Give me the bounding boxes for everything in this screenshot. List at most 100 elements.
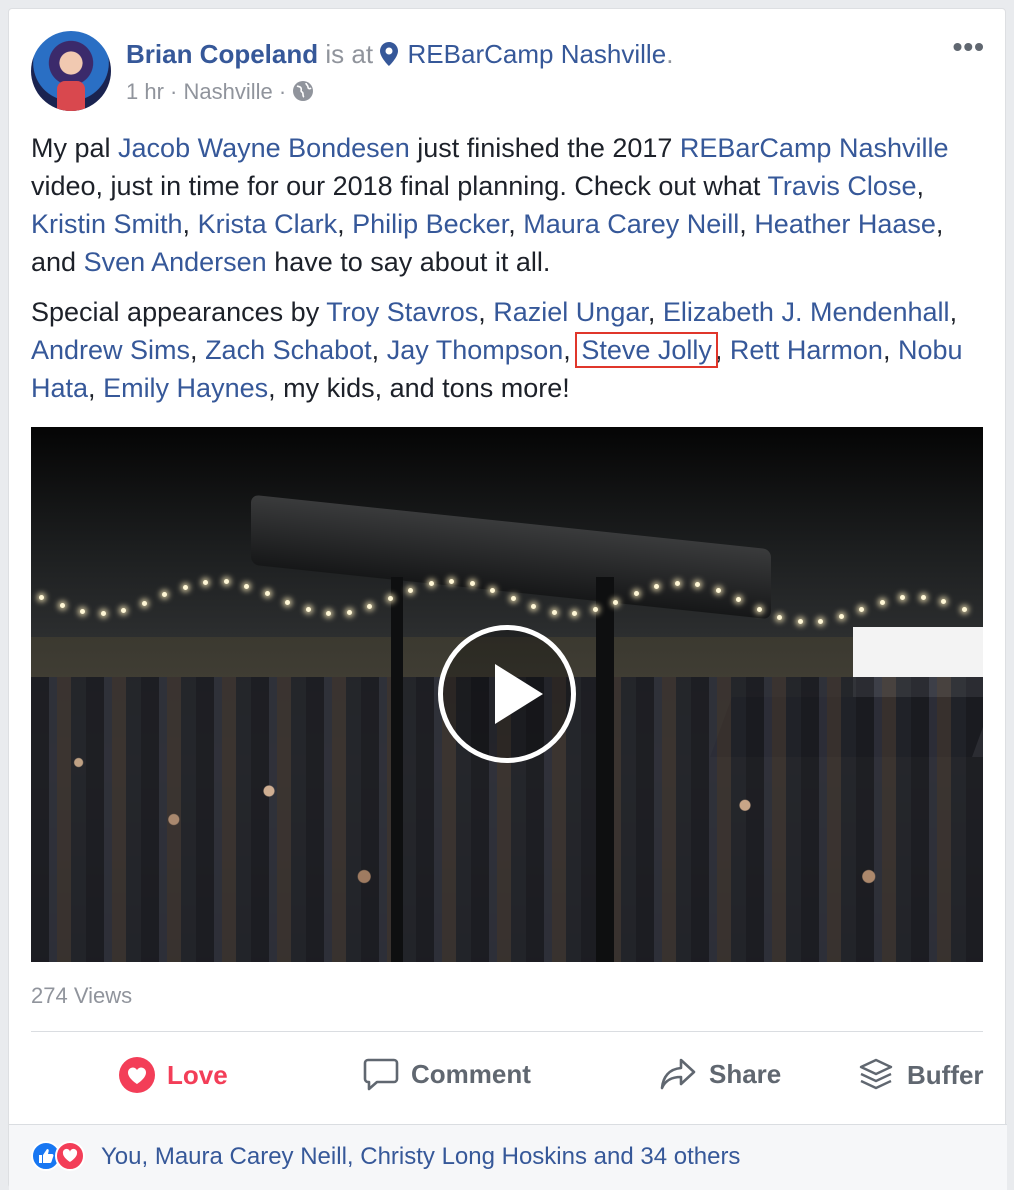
timestamp-link[interactable]: 1 hr: [126, 79, 164, 104]
light-bulb: [900, 595, 905, 601]
tagged-link[interactable]: Kristin Smith: [31, 209, 183, 239]
buffer-button[interactable]: Buffer: [857, 1057, 984, 1093]
tagged-link[interactable]: Troy Stavros: [326, 297, 478, 327]
light-bulb: [346, 609, 352, 615]
post-text-segment: ,: [337, 209, 353, 239]
light-bulb: [613, 599, 618, 605]
city-link[interactable]: Nashville: [184, 79, 273, 104]
comment-label: Comment: [411, 1058, 531, 1089]
post-text-segment: Special appearances by: [31, 297, 327, 327]
tagged-link[interactable]: Maura Carey Neill: [523, 209, 739, 239]
light-bulb: [695, 582, 700, 588]
post-text-segment: ,: [949, 297, 958, 327]
love-label: Love: [167, 1059, 228, 1090]
divider: [31, 1031, 983, 1032]
light-bulb: [203, 579, 208, 585]
light-bulb: [80, 609, 85, 615]
tagged-link[interactable]: Sven Andersen: [84, 247, 267, 277]
post-text-segment: ,: [478, 297, 494, 327]
is-at-text: is at: [325, 39, 374, 69]
play-icon[interactable]: [438, 625, 576, 763]
love-button[interactable]: Love: [119, 1057, 228, 1093]
light-bulb: [182, 584, 188, 590]
post-header: Brian Copeland is at REBarCamp Nashville…: [126, 39, 673, 70]
post-text-segment: just finished the 2017: [409, 133, 680, 163]
light-bulb: [592, 607, 598, 613]
light-bulb: [715, 588, 721, 594]
tagged-link[interactable]: Zach Schabot: [205, 335, 372, 365]
tagged-link[interactable]: Philip Becker: [352, 209, 508, 239]
light-bulb: [469, 581, 475, 587]
tagged-link[interactable]: Rett Harmon: [730, 335, 883, 365]
light-bulb: [305, 607, 311, 613]
share-button[interactable]: Share: [659, 1057, 781, 1091]
post-text-segment: ,: [739, 209, 755, 239]
tagged-link[interactable]: Emily Haynes: [103, 373, 268, 403]
light-bulb: [367, 604, 372, 610]
light-bulb: [797, 619, 803, 625]
tagged-link[interactable]: Raziel Ungar: [493, 297, 648, 327]
light-bulb: [162, 592, 167, 598]
avatar[interactable]: [31, 31, 111, 111]
light-bulb: [920, 594, 926, 600]
more-options-button[interactable]: •••: [953, 33, 985, 61]
tagged-link[interactable]: Elizabeth J. Mendenhall: [663, 297, 950, 327]
action-bar: Love Comment Share Buffer: [31, 1039, 984, 1109]
light-bulb: [264, 591, 270, 597]
reaction-icons: [31, 1141, 95, 1173]
author-name-link[interactable]: Brian Copeland: [126, 39, 318, 69]
light-bulb: [121, 607, 126, 613]
light-bulb: [838, 614, 844, 620]
meta-separator: ·: [278, 79, 287, 104]
light-bulb: [572, 610, 577, 616]
header-period: .: [666, 39, 674, 69]
pin-icon: [380, 42, 399, 66]
light-bulb: [859, 606, 864, 612]
reactions-summary[interactable]: You, Maura Carey Neill, Christy Long Hos…: [9, 1124, 1007, 1190]
post-text-segment: have to say about it all.: [266, 247, 551, 277]
tagged-link[interactable]: Krista Clark: [198, 209, 338, 239]
tagged-link[interactable]: Andrew Sims: [31, 335, 190, 365]
tagged-link[interactable]: Heather Haase: [754, 209, 936, 239]
post-paragraph: My pal Jacob Wayne Bondesen just finishe…: [31, 129, 991, 281]
globe-icon[interactable]: [292, 80, 314, 102]
tagged-link[interactable]: Jacob Wayne Bondesen: [118, 133, 410, 163]
light-bulb: [941, 598, 946, 604]
post-card: Brian Copeland is at REBarCamp Nashville…: [8, 8, 1007, 1190]
post-text-segment: video, just in time for our 2018 final p…: [31, 171, 768, 201]
light-bulb: [961, 607, 967, 613]
tagged-link[interactable]: REBarCamp Nashville: [680, 133, 949, 163]
light-bulb: [326, 610, 331, 616]
heart-icon: [119, 1057, 155, 1093]
post-text-segment: ,: [563, 335, 579, 365]
buffer-layers-icon: [859, 1058, 893, 1090]
light-bulb: [408, 587, 413, 593]
post-text-segment: ,: [647, 297, 663, 327]
post-text-segment: ,: [508, 209, 524, 239]
location-link[interactable]: REBarCamp Nashville: [408, 39, 667, 69]
tagged-link[interactable]: Travis Close: [767, 171, 916, 201]
post-text-segment: ,: [714, 335, 730, 365]
light-bulb: [551, 609, 557, 615]
post-text-segment: My pal: [31, 133, 119, 163]
light-bulb: [490, 587, 495, 593]
buffer-label: Buffer: [907, 1059, 984, 1090]
tagged-person-link-highlighted[interactable]: Steve Jolly: [575, 332, 718, 368]
light-bulb: [818, 618, 823, 624]
comment-button[interactable]: Comment: [363, 1057, 531, 1091]
post-text-segment: ,: [916, 171, 924, 201]
post-paragraph: Special appearances by Troy Stavros, Raz…: [31, 293, 991, 407]
light-bulb: [387, 596, 393, 602]
light-bulb: [59, 603, 65, 609]
share-icon: [660, 1058, 696, 1090]
light-bulb: [510, 596, 516, 602]
light-bulb: [428, 581, 434, 587]
reactors-text[interactable]: You, Maura Carey Neill, Christy Long Hos…: [101, 1143, 740, 1171]
light-bulb: [244, 583, 249, 589]
post-text-segment: ,: [190, 335, 206, 365]
video-player[interactable]: [31, 427, 983, 962]
light-bulb: [756, 607, 762, 613]
tagged-link[interactable]: Jay Thompson: [387, 335, 564, 365]
light-bulb: [674, 580, 680, 586]
post-text-segment: , my kids, and tons more!: [268, 373, 570, 403]
